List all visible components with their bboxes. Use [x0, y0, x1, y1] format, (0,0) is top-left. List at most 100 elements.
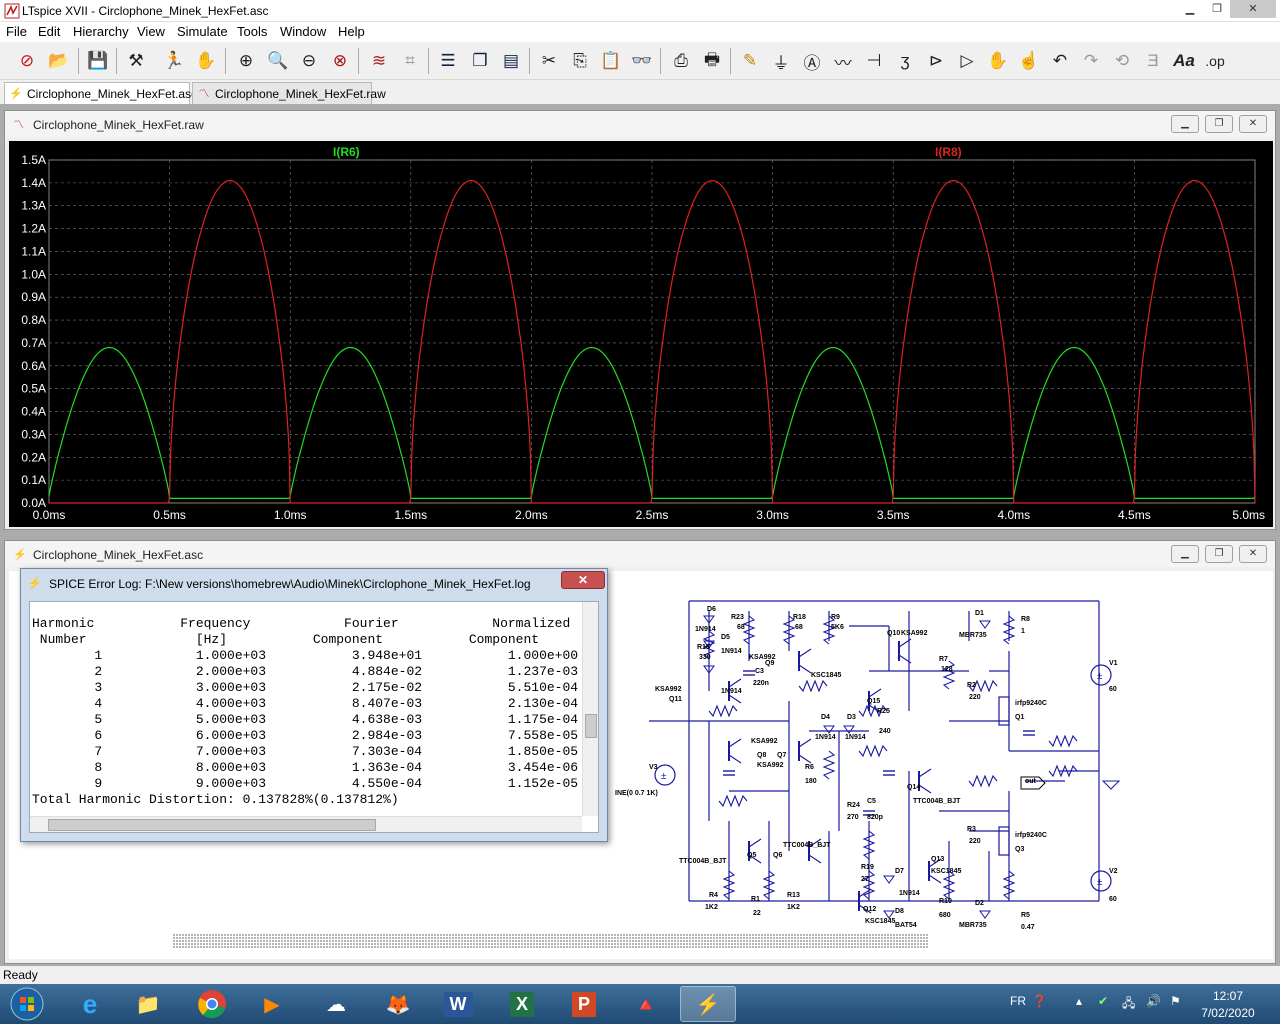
tile-vertical-icon[interactable]: ▤	[498, 48, 524, 74]
component-label: V2	[1109, 868, 1118, 875]
undo-icon[interactable]: ↶	[1047, 48, 1073, 74]
waveform-plot[interactable]: 1.5A 1.4A 1.3A 1.2A 1.1A 1.0A 0.9A 0.8A 0.7A 0.6A…	[9, 141, 1273, 527]
vertical-scroll-thumb[interactable]	[585, 714, 597, 738]
tab-waveform[interactable]: 〽 Circlophone_Minek_HexFet.raw	[192, 82, 386, 104]
trace-label-i-r6[interactable]: I(R6)	[333, 145, 360, 159]
powerpoint-icon[interactable]: P	[556, 986, 612, 1022]
zoom-in-icon[interactable]: ⊕	[233, 48, 259, 74]
help-icon[interactable]: ❓	[1032, 994, 1047, 1008]
schematic-restore-button[interactable]: ❐	[1205, 545, 1233, 563]
zoom-pan-icon[interactable]: 🔍	[265, 48, 291, 74]
language-indicator[interactable]: FR	[1010, 994, 1026, 1008]
move-icon[interactable]: ✋	[985, 48, 1011, 74]
label-net-icon[interactable]: Ⓐ	[799, 48, 825, 74]
control-panel-icon[interactable]: ⚒	[123, 48, 149, 74]
waveform-window[interactable]: 〽 Circlophone_Minek_HexFet.raw ▁ ❐ ✕ 1.5…	[4, 110, 1276, 530]
x-tick-label: 4.5ms	[1118, 508, 1151, 522]
waveform-close-button[interactable]: ✕	[1239, 115, 1267, 133]
plot-settings-icon[interactable]: ⌗	[397, 48, 423, 74]
draw-wire-icon[interactable]: ✎	[737, 48, 763, 74]
resistor-icon[interactable]: 〰	[830, 48, 856, 74]
internet-explorer-icon[interactable]: e	[62, 986, 118, 1022]
clock-time[interactable]: 12:07	[1208, 989, 1248, 1003]
schematic-minimize-button[interactable]: ▁	[1171, 545, 1199, 563]
drag-icon[interactable]: ☝	[1016, 48, 1042, 74]
chrome-icon[interactable]	[184, 986, 240, 1022]
ground-icon[interactable]: ⏚	[768, 48, 794, 74]
menu-simulate[interactable]: Simulate	[177, 24, 228, 39]
error-log-titlebar[interactable]: ⚡ SPICE Error Log: F:\New versions\homeb…	[21, 569, 607, 599]
schematic-close-button[interactable]: ✕	[1239, 545, 1267, 563]
error-log-text[interactable]: Harmonic Frequency Fourier Normalized Nu…	[32, 616, 578, 808]
error-log-horizontal-scrollbar[interactable]	[30, 816, 582, 832]
firefox-icon[interactable]: 🦊	[370, 986, 426, 1022]
component-label: 680	[939, 912, 951, 919]
waveform-window-titlebar[interactable]: 〽 Circlophone_Minek_HexFet.raw ▁ ❐ ✕	[5, 111, 1275, 137]
print-icon[interactable]: ⎙	[668, 48, 694, 74]
media-player-icon[interactable]: ▶	[244, 986, 300, 1022]
waveform-restore-button[interactable]: ❐	[1205, 115, 1233, 133]
component-icon[interactable]: ▷	[954, 48, 980, 74]
inductor-icon[interactable]: ʒ	[892, 48, 918, 74]
onedrive-icon[interactable]: ☁	[308, 986, 364, 1022]
x-tick-label: 2.5ms	[636, 508, 669, 522]
schematic-window-titlebar[interactable]: ⚡ Circlophone_Minek_HexFet.asc ▁ ❐ ✕	[5, 541, 1275, 567]
diode-icon[interactable]: ⊳	[923, 48, 949, 74]
trace-label-i-r8[interactable]: I(R8)	[935, 145, 962, 159]
new-schematic-icon[interactable]: ⊘	[14, 48, 40, 74]
component-label: R8	[1021, 616, 1030, 623]
waveform-minimize-button[interactable]: ▁	[1171, 115, 1199, 133]
tab-schematic[interactable]: ⚡ Circlophone_Minek_HexFet.asc	[4, 82, 197, 105]
close-button[interactable]: ✕	[1230, 0, 1276, 18]
copy-icon[interactable]: ⎘	[567, 48, 593, 74]
mirror-icon[interactable]: Ǝ	[1140, 48, 1166, 74]
vlc-icon[interactable]: 🔺	[618, 986, 674, 1022]
redo-icon[interactable]: ↷	[1078, 48, 1104, 74]
error-log-vertical-scrollbar[interactable]	[582, 602, 598, 816]
plot-area[interactable]: 1.5A 1.4A 1.3A 1.2A 1.1A 1.0A 0.9A 0.8A 0.7A 0.6A…	[9, 141, 1273, 527]
print-setup-icon[interactable]: 🖶	[699, 48, 725, 74]
capacitor-icon[interactable]: ⊣	[861, 48, 887, 74]
run-icon[interactable]: 🏃	[161, 48, 187, 74]
menu-file[interactable]: File	[6, 24, 27, 39]
open-icon[interactable]: 📂	[46, 48, 72, 74]
tile-horizontal-icon[interactable]: ☰	[435, 48, 461, 74]
menu-edit[interactable]: Edit	[38, 24, 60, 39]
error-log-close-button[interactable]: ✕	[561, 571, 605, 589]
text-icon[interactable]: Aa	[1171, 48, 1197, 74]
rotate-icon[interactable]: ⟲	[1109, 48, 1135, 74]
excel-icon[interactable]: X	[494, 986, 550, 1022]
menu-window[interactable]: Window	[280, 24, 326, 39]
clock-date[interactable]: 7/02/2020	[1196, 1006, 1260, 1020]
autorange-icon[interactable]: ≋	[366, 48, 392, 74]
zoom-fit-icon[interactable]: ⊗	[327, 48, 353, 74]
tray-expand-icon[interactable]: ▴	[1076, 994, 1082, 1008]
error-log-body[interactable]: Harmonic Frequency Fourier Normalized Nu…	[29, 601, 599, 833]
paste-icon[interactable]: 📋	[598, 48, 624, 74]
security-icon[interactable]: ✔	[1098, 994, 1108, 1008]
ltspice-icon[interactable]: ⚡	[680, 986, 736, 1022]
x-tick-label: 2.0ms	[515, 508, 548, 522]
minimize-button[interactable]: ▁	[1176, 0, 1204, 18]
find-icon[interactable]: 👓	[629, 48, 655, 74]
menu-view[interactable]: View	[137, 24, 165, 39]
word-icon[interactable]: W	[430, 986, 486, 1022]
cascade-icon[interactable]: ❐	[467, 48, 493, 74]
zoom-out-icon[interactable]: ⊖	[296, 48, 322, 74]
component-label: Q7	[777, 752, 786, 759]
horizontal-scroll-thumb[interactable]	[48, 819, 376, 831]
cut-icon[interactable]: ✂	[536, 48, 562, 74]
maximize-button[interactable]: ❐	[1203, 0, 1231, 18]
network-icon[interactable]: 🖧	[1122, 994, 1135, 1015]
spice-error-log-dialog[interactable]: ⚡ SPICE Error Log: F:\New versions\homeb…	[20, 568, 608, 842]
menu-tools[interactable]: Tools	[237, 24, 267, 39]
volume-icon[interactable]: 🔊	[1146, 994, 1161, 1008]
spice-directive-icon[interactable]: .op	[1202, 48, 1228, 74]
halt-icon[interactable]: ✋	[193, 48, 219, 74]
save-icon[interactable]: 💾	[85, 48, 111, 74]
action-center-icon[interactable]: ⚑	[1170, 994, 1181, 1008]
menu-help[interactable]: Help	[338, 24, 365, 39]
file-explorer-icon[interactable]: 📁	[120, 986, 176, 1022]
menu-hierarchy[interactable]: Hierarchy	[73, 24, 129, 39]
start-orb-icon[interactable]	[2, 986, 52, 1022]
